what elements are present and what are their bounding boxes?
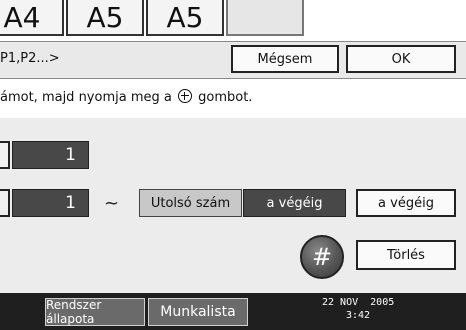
instruction-text: ámot, majd nyomja meg a gombot. (0, 89, 252, 105)
taskbar: Rendszer állapota Munkalista 22 NOV 2005… (0, 293, 466, 330)
first-field-label-stub[interactable] (0, 141, 10, 169)
to-end-selected[interactable]: a végéig (243, 189, 346, 217)
time-display: 3:42 (346, 310, 371, 321)
paper-size-key-a4[interactable]: A4 (0, 0, 64, 36)
last-number-label: Utolsó szám (139, 189, 242, 217)
job-list-button[interactable]: Munkalista (148, 298, 248, 326)
to-end-button[interactable]: a végéig (356, 189, 456, 217)
paper-size-key-label: A4 (3, 1, 41, 34)
second-number-field[interactable]: 1 (12, 189, 89, 217)
hash-key-icon[interactable]: # (300, 235, 344, 279)
first-number-field[interactable]: 1 (12, 141, 89, 169)
clear-button[interactable]: Törlés (356, 240, 456, 270)
top-key-row: A4 A5 A5 (0, 0, 466, 38)
header-bar: P1,P2...> Mégsem OK (0, 41, 466, 79)
system-status-button[interactable]: Rendszer állapota (45, 298, 145, 326)
enter-key-icon (177, 89, 192, 103)
instruction-text-after: gombot. (198, 90, 253, 105)
date-display: 22 NOV 2005 (322, 297, 395, 308)
paper-size-key-a5-2[interactable]: A5 (146, 0, 224, 36)
paper-size-key-label: A5 (86, 1, 124, 34)
instruction-text-before: ámot, majd nyomja meg a (0, 90, 172, 105)
paper-size-key-label: A5 (166, 1, 204, 34)
cancel-button[interactable]: Mégsem (231, 45, 339, 73)
second-field-label-stub[interactable] (0, 189, 10, 217)
paper-size-key-empty[interactable] (226, 0, 304, 36)
ok-button[interactable]: OK (346, 45, 456, 73)
paper-size-key-a5[interactable]: A5 (66, 0, 144, 36)
range-separator: ~ (104, 193, 120, 214)
page-title: P1,P2...> (0, 51, 60, 66)
